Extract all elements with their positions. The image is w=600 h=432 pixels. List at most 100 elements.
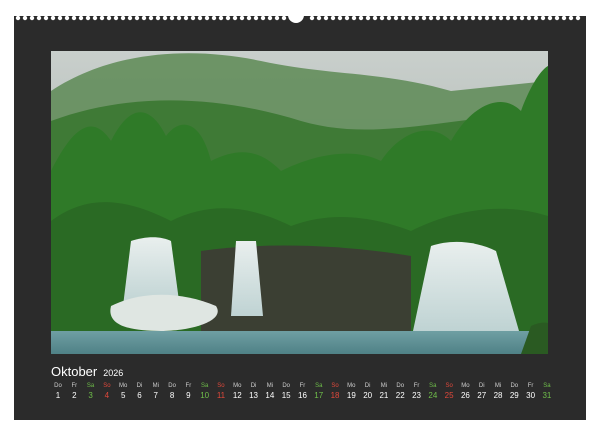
spiral-ring <box>183 15 189 21</box>
day-number: 31 <box>542 391 552 400</box>
day-cell: Do 22 <box>393 382 407 406</box>
spiral-ring <box>141 15 147 21</box>
day-cell: Mo 19 <box>344 382 358 406</box>
spiral-ring <box>43 15 49 21</box>
weekday-label: Do <box>282 383 290 389</box>
spiral-ring <box>568 15 574 21</box>
day-number: 3 <box>88 391 93 400</box>
spiral-ring <box>197 15 203 21</box>
weekday-label: Do <box>396 383 405 389</box>
spiral-ring <box>29 15 35 21</box>
spiral-ring <box>358 15 364 21</box>
day-cell: Mi 7 <box>149 382 163 406</box>
spiral-ring <box>148 15 154 21</box>
spiral-ring <box>449 15 455 21</box>
spiral-ring <box>554 15 560 21</box>
spiral-ring <box>218 15 224 21</box>
day-cell: Mo 26 <box>458 382 472 406</box>
weekday-label: Fr <box>299 383 306 389</box>
spiral-ring <box>379 15 385 21</box>
day-number: 12 <box>232 391 242 400</box>
year: 2026 <box>103 368 124 378</box>
spiral-ring <box>428 15 434 21</box>
day-number: 4 <box>104 391 110 400</box>
day-number: 1 <box>55 391 61 400</box>
day-number: 13 <box>249 391 259 400</box>
spiral-ring <box>71 15 77 21</box>
weekday-label: Mo <box>347 383 356 389</box>
spiral-ring <box>463 15 469 21</box>
day-cell: Do 8 <box>165 382 179 406</box>
spiral-ring <box>421 15 427 21</box>
spiral-ring <box>309 15 315 21</box>
spiral-ring <box>127 15 133 21</box>
day-cell: Sa 17 <box>312 382 326 406</box>
day-cell: Mo 12 <box>230 382 244 406</box>
spiral-ring <box>15 15 21 21</box>
weekday-label: Fr <box>413 383 420 389</box>
weekday-label: Mi <box>380 383 388 389</box>
waterfall-photo-illustration <box>51 51 548 354</box>
weekday-label: Di <box>364 383 371 389</box>
spiral-ring <box>526 15 532 21</box>
weekday-label: Sa <box>429 383 437 389</box>
weekday-label: Sa <box>201 383 209 389</box>
day-cell: Fr 2 <box>67 382 81 406</box>
day-number: 29 <box>509 391 519 400</box>
day-cell: Di 6 <box>132 382 146 406</box>
day-number: 26 <box>460 391 470 400</box>
weekday-label: Mi <box>152 383 159 389</box>
weekday-label: Mo <box>461 383 470 389</box>
spiral-ring <box>239 15 245 21</box>
day-cell: Di 20 <box>361 382 375 406</box>
spiral-ring <box>575 15 581 21</box>
day-number: 2 <box>72 391 77 400</box>
spiral-ring <box>470 15 476 21</box>
weekday-label: So <box>331 383 339 389</box>
day-number: 14 <box>265 391 275 400</box>
day-cell: Fr 9 <box>181 382 195 406</box>
spiral-ring <box>365 15 371 21</box>
spiral-ring <box>113 15 119 21</box>
weekday-label: So <box>103 383 111 389</box>
day-cell: Fr 23 <box>410 382 424 406</box>
spiral-ring <box>477 15 483 21</box>
day-number: 24 <box>428 391 438 400</box>
day-cell: Sa 10 <box>198 382 212 406</box>
weekday-label: Do <box>54 383 62 389</box>
day-number: 22 <box>395 391 405 400</box>
spiral-ring <box>162 15 168 21</box>
day-cell: Sa 31 <box>540 382 554 406</box>
weekday-label: Mo <box>119 383 128 389</box>
spiral-ring <box>267 15 273 21</box>
day-cell: Fr 30 <box>524 382 538 406</box>
spiral-ring <box>400 15 406 21</box>
spiral-ring <box>442 15 448 21</box>
weekday-label: Sa <box>543 383 551 389</box>
weekday-label: Di <box>136 383 143 389</box>
day-number: 7 <box>153 391 158 400</box>
weekday-label: Do <box>168 383 176 389</box>
weekday-label: Di <box>250 383 257 389</box>
spiral-ring <box>134 15 140 21</box>
spiral-ring <box>386 15 392 21</box>
day-cell: Di 27 <box>475 382 489 406</box>
spiral-ring <box>351 15 357 21</box>
day-cell: Sa 24 <box>426 382 440 406</box>
spiral-ring <box>407 15 413 21</box>
day-cell: Mi 28 <box>491 382 505 406</box>
spiral-ring <box>316 15 322 21</box>
day-cell: Sa 3 <box>84 382 98 406</box>
spiral-ring <box>78 15 84 21</box>
day-number: 17 <box>314 391 324 400</box>
day-number: 15 <box>281 391 291 400</box>
day-number: 18 <box>330 391 340 400</box>
spiral-ring <box>106 15 112 21</box>
weekday-label: So <box>445 383 453 389</box>
spiral-ring <box>344 15 350 21</box>
spiral-ring <box>225 15 231 21</box>
spiral-ring <box>57 15 63 21</box>
spiral-ring <box>260 15 266 21</box>
weekday-label: Do <box>510 383 519 389</box>
day-number: 19 <box>346 391 356 400</box>
